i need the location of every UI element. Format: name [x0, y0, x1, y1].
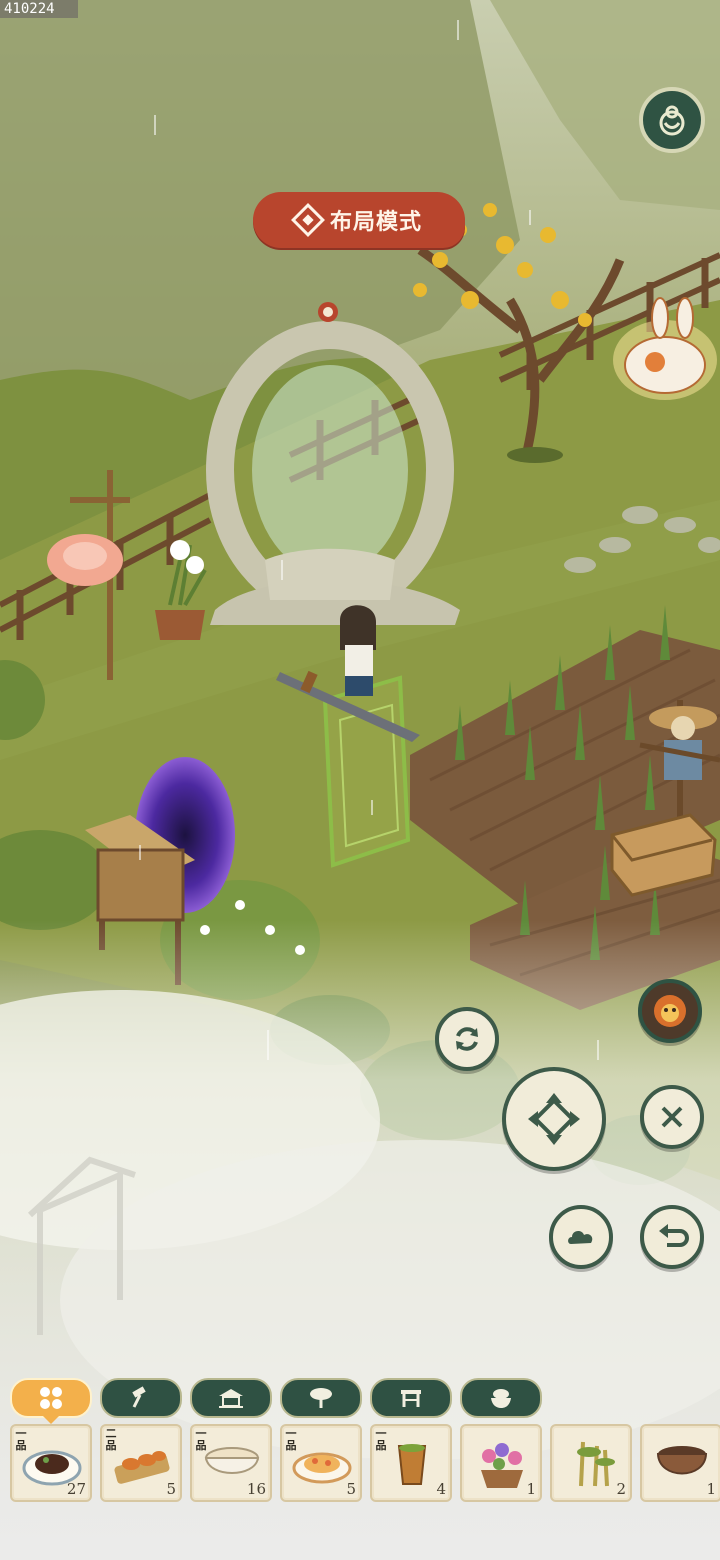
layout-mode-banner[interactable]: 布局模式 — [253, 192, 465, 248]
clay-bowl-icon — [656, 1446, 708, 1475]
move-arrows-icon — [528, 1093, 580, 1145]
rotate-icon — [456, 1027, 478, 1051]
table-icon — [401, 1390, 421, 1407]
item-slot[interactable]: 一品 5 — [280, 1424, 362, 1502]
noodle-plate-icon — [292, 1452, 352, 1484]
item-slot[interactable]: 1 — [640, 1424, 720, 1502]
close-icon — [661, 1106, 683, 1128]
item-count: 2 — [616, 1480, 626, 1498]
hammer-icon — [132, 1386, 146, 1408]
item-slot[interactable]: 一品 16 — [190, 1424, 272, 1502]
item-slot[interactable]: 2 — [550, 1424, 632, 1502]
gourd-button[interactable] — [639, 87, 705, 153]
item-count: 5 — [346, 1480, 356, 1498]
skewer-plate-icon — [114, 1451, 170, 1484]
item-count: 16 — [246, 1480, 266, 1498]
bamboo-icon — [577, 1441, 615, 1487]
move-button[interactable] — [502, 1067, 606, 1171]
undo-button[interactable] — [640, 1205, 704, 1269]
item-slot[interactable]: 二品 5 — [100, 1424, 182, 1502]
rotate-button[interactable] — [435, 1007, 499, 1071]
category-tabs — [10, 1378, 542, 1418]
user-id-label: 410224 — [0, 0, 78, 18]
item-count: 4 — [436, 1480, 446, 1498]
item-count: 1 — [526, 1480, 536, 1498]
grid-icon — [40, 1387, 62, 1409]
tree-icon — [310, 1388, 332, 1408]
tab-food[interactable] — [460, 1378, 542, 1418]
item-count: 1 — [706, 1480, 716, 1498]
tab-all[interactable] — [10, 1378, 92, 1418]
undo-icon — [659, 1224, 689, 1247]
tab-furniture[interactable] — [370, 1378, 452, 1418]
pavilion-icon — [219, 1389, 243, 1408]
item-count: 5 — [166, 1480, 176, 1498]
gourd-icon — [659, 105, 685, 136]
tab-plants[interactable] — [280, 1378, 362, 1418]
cancel-button[interactable] — [640, 1085, 704, 1149]
tea-cup-icon — [397, 1444, 427, 1485]
tab-buildings[interactable] — [190, 1378, 272, 1418]
item-slot[interactable]: 一品 27 — [10, 1424, 92, 1502]
lion-mask-icon — [654, 995, 686, 1027]
flower-pot-icon — [481, 1443, 523, 1488]
bowl-icon — [491, 1389, 511, 1408]
guardian-button[interactable] — [638, 979, 702, 1043]
weather-button[interactable] — [549, 1205, 613, 1269]
tab-tools[interactable] — [100, 1378, 182, 1418]
item-slot[interactable]: 一品 4 — [370, 1424, 452, 1502]
cloud-icon — [568, 1231, 593, 1244]
item-count: 27 — [66, 1480, 86, 1498]
layout-mode-icon — [291, 203, 325, 237]
item-shelf: 一品 27 二品 5 一品 16 一品 5 一品 4 1 2 1 — [10, 1424, 720, 1502]
item-slot[interactable]: 1 — [460, 1424, 542, 1502]
layout-mode-label: 布局模式 — [329, 209, 422, 235]
